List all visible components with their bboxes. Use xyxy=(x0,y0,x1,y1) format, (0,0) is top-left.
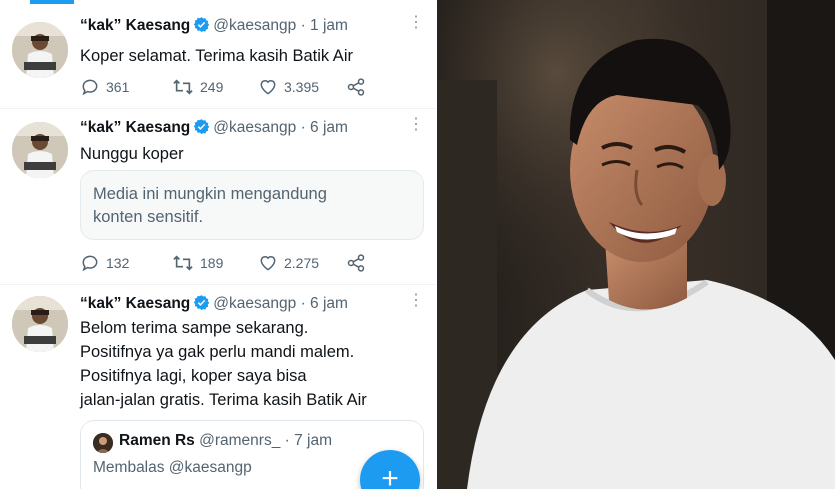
plus-icon: + xyxy=(381,462,399,489)
verified-badge-icon xyxy=(193,118,210,140)
retweet-icon xyxy=(173,79,193,95)
tweet-line: jalan-jalan gratis. Terima kasih Batik A… xyxy=(80,391,367,409)
reply-count: 132 xyxy=(106,255,130,271)
like-button[interactable]: 3.395 xyxy=(258,76,319,98)
tweet-header: “kak” Kaesang @kaesangp · 1 jam xyxy=(80,16,430,38)
separator-dot: · xyxy=(284,432,290,449)
handle[interactable]: @kaesangp xyxy=(213,295,296,312)
retweet-button[interactable]: 249 xyxy=(172,76,223,98)
tweet-line: Positifnya ya gak perlu mandi malem. xyxy=(80,343,355,361)
quoted-reply-context: Membalas @kaesangp xyxy=(93,459,252,476)
retweet-button[interactable]: 189 xyxy=(172,252,223,274)
quoted-avatar[interactable] xyxy=(93,433,113,453)
reply-icon xyxy=(82,79,98,96)
more-icon[interactable]: ⋮ xyxy=(408,116,424,134)
timestamp[interactable]: 6 jam xyxy=(310,295,348,312)
share-icon xyxy=(347,78,365,96)
share-icon xyxy=(347,254,365,272)
timestamp[interactable]: 1 jam xyxy=(310,17,348,34)
share-button[interactable] xyxy=(346,252,366,274)
quoted-handle[interactable]: @ramenrs_ xyxy=(199,432,280,449)
tweet-2[interactable]: “kak” Kaesang @kaesangp · 6 jam ⋮ Nunggu … xyxy=(0,110,436,285)
tweet-line: Koper selamat. Terima kasih Batik Air xyxy=(80,47,353,65)
like-count: 3.395 xyxy=(284,79,320,95)
share-button[interactable] xyxy=(346,76,366,98)
sensitive-media-warning[interactable]: Media ini mungkin mengandung konten sens… xyxy=(80,170,424,240)
reply-count: 361 xyxy=(106,79,130,95)
display-name[interactable]: “kak” Kaesang xyxy=(80,119,190,136)
avatar[interactable] xyxy=(12,296,68,352)
like-button[interactable]: 2.275 xyxy=(258,252,319,274)
handle[interactable]: @kaesangp xyxy=(213,17,296,34)
reply-button[interactable]: 361 xyxy=(80,76,129,98)
retweet-count: 189 xyxy=(200,255,224,271)
quoted-display-name[interactable]: Ramen Rs xyxy=(119,432,195,449)
tweet-feed: “kak” Kaesang @kaesangp · 1 jam ⋮ Koper s… xyxy=(0,0,436,489)
retweet-icon xyxy=(173,255,193,271)
person-photo xyxy=(437,0,835,489)
tweet-text: Nunggu koper xyxy=(80,142,430,166)
retweet-count: 249 xyxy=(200,79,224,95)
reply-button[interactable]: 132 xyxy=(80,252,129,274)
timestamp[interactable]: 6 jam xyxy=(310,119,348,136)
quoted-header: Ramen Rs @ramenrs_ · 7 jam xyxy=(119,432,332,450)
verified-badge-icon xyxy=(193,16,210,38)
tab-indicator xyxy=(30,0,74,4)
heart-icon xyxy=(260,80,276,95)
tweet-line: Nunggu koper xyxy=(80,145,184,163)
tweet-header: “kak” Kaesang @kaesangp · 6 jam xyxy=(80,294,430,316)
quoted-timestamp[interactable]: 7 jam xyxy=(294,432,332,449)
separator-dot: · xyxy=(300,17,306,34)
tweet-header: “kak” Kaesang @kaesangp · 6 jam xyxy=(80,118,430,140)
tweet-1[interactable]: “kak” Kaesang @kaesangp · 1 jam ⋮ Koper s… xyxy=(0,8,436,109)
reply-icon xyxy=(82,255,98,272)
more-icon[interactable]: ⋮ xyxy=(408,14,424,32)
tweet-line: Positifnya lagi, koper saya bisa xyxy=(80,367,307,385)
display-name[interactable]: “kak” Kaesang xyxy=(80,17,190,34)
warning-line: Media ini mungkin mengandung xyxy=(93,185,327,203)
warning-line: konten sensitif. xyxy=(93,208,204,226)
more-icon[interactable]: ⋮ xyxy=(408,292,424,310)
tweet-text: Koper selamat. Terima kasih Batik Air xyxy=(80,44,430,68)
separator-dot: · xyxy=(300,295,306,312)
avatar[interactable] xyxy=(12,22,68,78)
heart-icon xyxy=(260,256,276,271)
verified-badge-icon xyxy=(193,294,210,316)
tweet-line: Belom terima sampe sekarang. xyxy=(80,319,309,337)
like-count: 2.275 xyxy=(284,255,320,271)
tweet-text: Belom terima sampe sekarang. Positifnya … xyxy=(80,316,430,412)
display-name[interactable]: “kak” Kaesang xyxy=(80,295,190,312)
handle[interactable]: @kaesangp xyxy=(213,119,296,136)
avatar[interactable] xyxy=(12,122,68,178)
separator-dot: · xyxy=(300,119,306,136)
